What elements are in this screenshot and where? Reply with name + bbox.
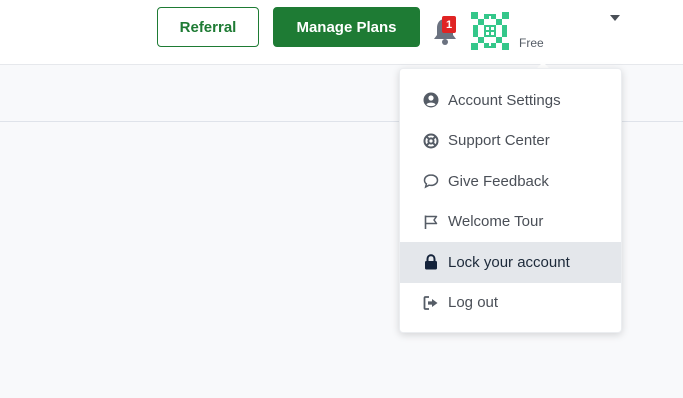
- menu-item-label: Account Settings: [448, 91, 561, 109]
- menu-item-label: Support Center: [448, 132, 550, 150]
- menu-item-support-center[interactable]: Support Center: [400, 121, 621, 162]
- life-ring-icon: [422, 132, 440, 150]
- referral-button[interactable]: Referral: [157, 7, 259, 47]
- menu-item-account-settings[interactable]: Account Settings: [400, 80, 621, 121]
- menu-item-label: Lock your account: [448, 253, 570, 271]
- menu-item-log-out[interactable]: Log out: [400, 283, 621, 324]
- menu-item-lock-account[interactable]: Lock your account: [400, 242, 621, 283]
- manage-plans-button[interactable]: Manage Plans: [273, 7, 420, 47]
- avatar[interactable]: [469, 10, 511, 52]
- caret-down-icon[interactable]: [609, 14, 621, 22]
- lock-icon: [422, 253, 440, 271]
- user-circle-icon: [422, 91, 440, 109]
- account-dropdown-menu: Account Settings Support Center Give Fee…: [399, 68, 622, 333]
- menu-item-welcome-tour[interactable]: Welcome Tour: [400, 202, 621, 243]
- speech-bubble-icon: [422, 172, 440, 190]
- flag-icon: [422, 213, 440, 231]
- menu-item-label: Give Feedback: [448, 172, 549, 190]
- notification-badge: 1: [442, 16, 456, 33]
- plan-label: Free: [519, 36, 544, 50]
- menu-item-label: Log out: [448, 294, 499, 312]
- menu-item-label: Welcome Tour: [448, 213, 544, 231]
- menu-item-give-feedback[interactable]: Give Feedback: [400, 161, 621, 202]
- sign-out-icon: [422, 294, 440, 312]
